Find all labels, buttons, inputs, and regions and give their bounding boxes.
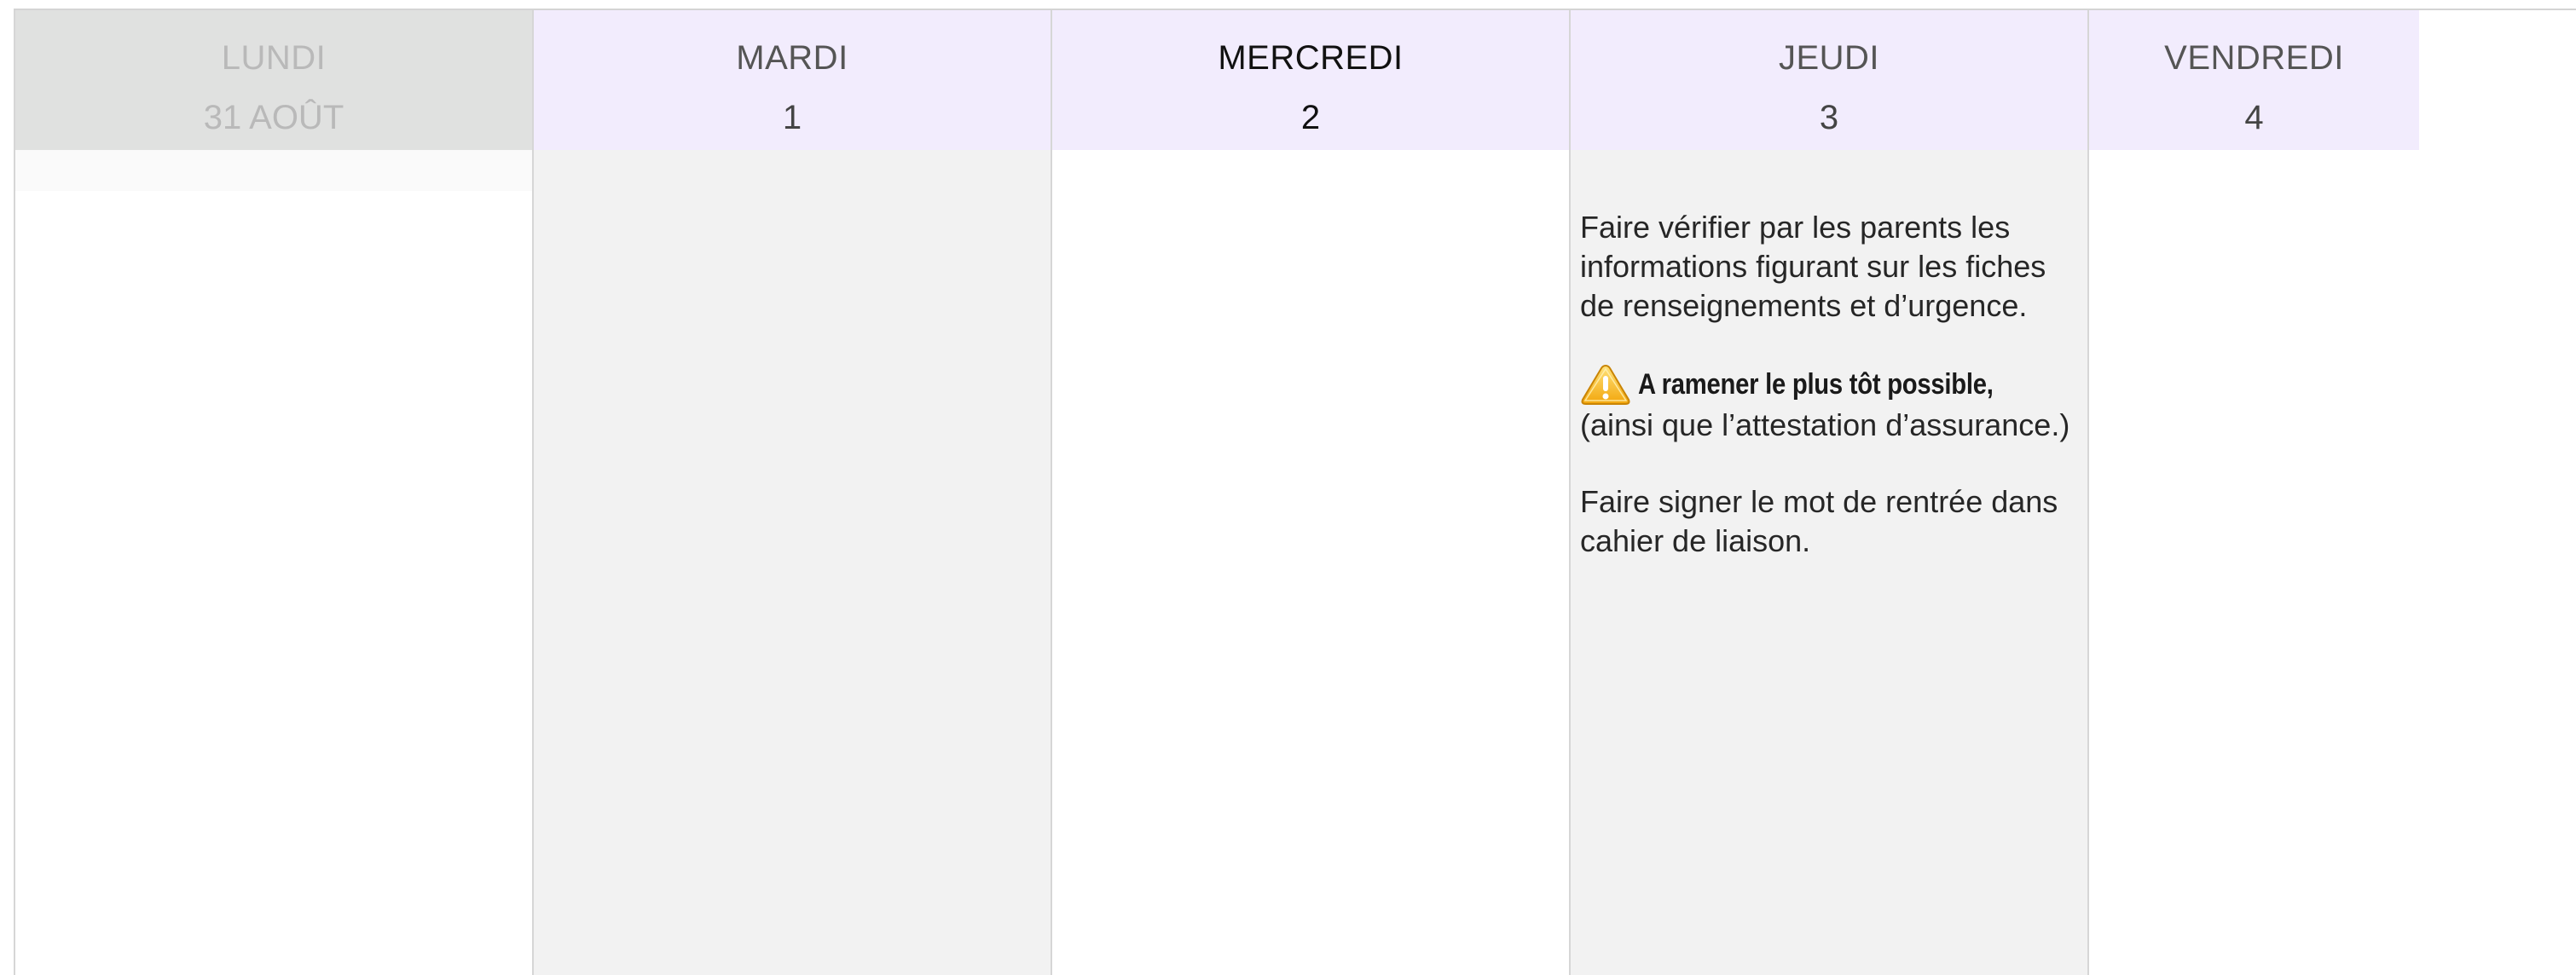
week-calendar: LUNDI 31 AOÛT MARDI 1 MERCREDI 2 JEUDI 3… [14,9,2576,975]
warning-line: A ramener le plus tôt possible, [1563,363,2083,411]
day-date: 31 AOÛT [203,99,344,136]
note-paragraph-sign-letter: Faire signer le mot de rentrée dans cahi… [1580,484,2058,558]
day-name: LUNDI [221,39,327,77]
day-body-tuesday[interactable] [534,150,1051,975]
day-column-tuesday[interactable]: MARDI 1 [532,10,1051,975]
day-body-monday[interactable] [15,150,532,975]
warning-triangle-icon [1563,363,1640,411]
day-column-wednesday[interactable]: MERCREDI 2 [1051,10,1569,975]
day-column-friday[interactable]: VENDREDI 4 [2087,10,2419,975]
note-warning: A ramener le plus tôt possible, (ainsi q… [1563,363,2083,445]
day-name: JEUDI [1778,39,1880,77]
day-header-monday: LUNDI 31 AOÛT [15,10,532,150]
day-date: 2 [1300,99,1321,136]
day-header-tuesday: MARDI 1 [534,10,1051,150]
day-body-friday[interactable] [2089,150,2419,975]
warning-detail-text: (ainsi que l’attestation d’assurance.) [1580,407,2070,442]
day-body-wednesday[interactable] [1052,150,1569,975]
day-column-thursday[interactable]: JEUDI 3 Faire vérifier par les parents l… [1563,10,2087,975]
warning-bold-text: A ramener le plus tôt possible, [1638,368,1994,401]
day-body-thursday[interactable]: Faire vérifier par les parents les infor… [1563,150,2087,975]
day-date: 3 [1819,99,1839,136]
day-date: 1 [782,99,802,136]
event-note[interactable]: Faire vérifier par les parents les infor… [1563,208,2083,561]
note-paragraph-check-forms: Faire vérifier par les parents les infor… [1580,210,2046,323]
day-date: 4 [2244,99,2264,136]
day-name: VENDREDI [2164,39,2344,77]
day-header-thursday: JEUDI 3 [1571,10,2087,150]
day-name: MARDI [736,39,848,77]
day-header-wednesday: MERCREDI 2 [1052,10,1569,150]
day-header-friday: VENDREDI 4 [2089,10,2419,150]
day-column-monday[interactable]: LUNDI 31 AOÛT [14,10,532,975]
day-name: MERCREDI [1218,39,1404,77]
